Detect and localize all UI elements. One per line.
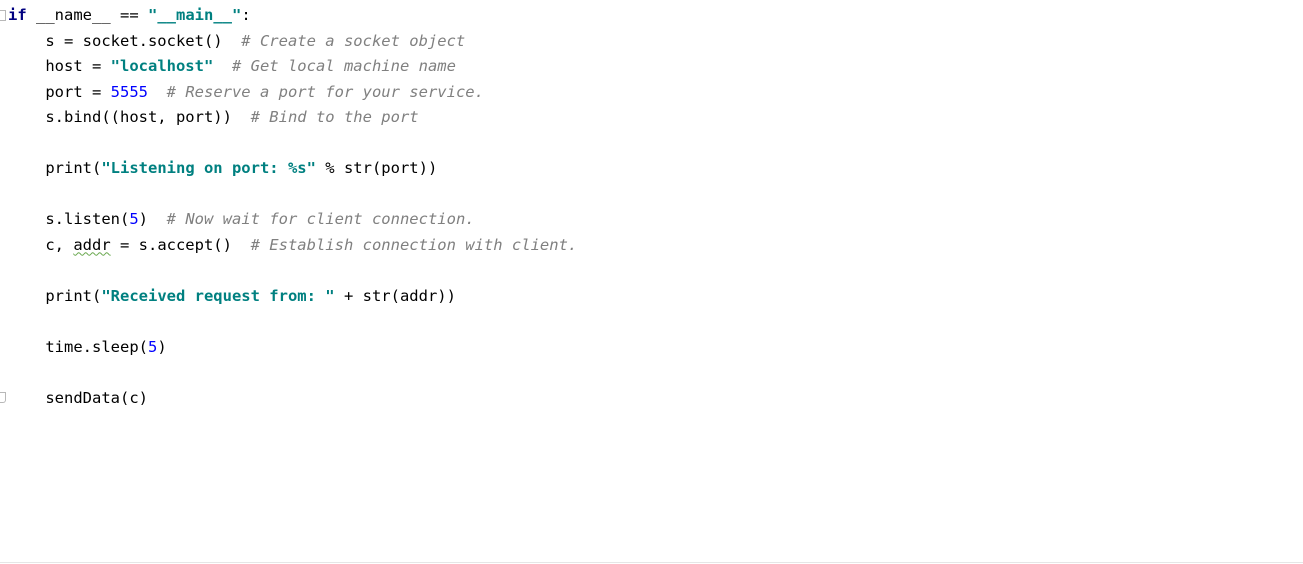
code-comment: # Create a socket object xyxy=(241,31,466,50)
code-comment: # Now wait for client connection. xyxy=(166,210,475,228)
editor-gutter xyxy=(0,0,8,560)
string-literal: "Received request from: " xyxy=(101,286,335,305)
code-text: = s.accept() xyxy=(110,235,251,254)
code-text: : xyxy=(241,6,251,24)
code-text: port = xyxy=(8,82,111,101)
fold-end-icon[interactable] xyxy=(0,392,6,403)
code-text: s.bind((host, port)) xyxy=(8,108,251,126)
warning-underlined-identifier[interactable]: addr xyxy=(73,236,110,254)
code-comment: # Reserve a port for your service. xyxy=(166,82,484,101)
code-line-3: host = "localhost" # Get local machine n… xyxy=(8,55,456,77)
keyword-if: if xyxy=(8,6,27,24)
fold-toggle-icon[interactable] xyxy=(0,10,6,21)
code-comment: # Establish connection with client. xyxy=(250,235,578,254)
code-text: print( xyxy=(8,159,102,177)
code-text: c, xyxy=(8,235,74,254)
code-text: s.listen( xyxy=(8,210,130,228)
string-literal: "Listening on port: %s" xyxy=(101,159,316,177)
code-text: sendData(c) xyxy=(8,388,148,407)
code-text: ) xyxy=(138,210,167,228)
code-line-10: c, addr = s.accept() # Establish connect… xyxy=(8,234,577,256)
code-line-16: sendData(c) xyxy=(8,387,148,409)
code-line-2: s = socket.socket() # Create a socket ob… xyxy=(8,30,465,52)
string-literal: "localhost" xyxy=(110,57,214,75)
code-text: ) xyxy=(157,337,167,356)
code-line-14: time.sleep(5) xyxy=(8,336,167,358)
number-literal: 5 xyxy=(129,210,139,228)
code-line-7: print("Listening on port: %s" % str(port… xyxy=(8,157,437,179)
code-comment: # Bind to the port xyxy=(250,108,419,126)
code-line-4: port = 5555 # Reserve a port for your se… xyxy=(8,81,484,103)
code-line-9: s.listen(5) # Now wait for client connec… xyxy=(8,208,475,230)
code-line-12: print("Received request from: " + str(ad… xyxy=(8,285,456,307)
code-line-5: s.bind((host, port)) # Bind to the port xyxy=(8,106,419,128)
number-literal: 5 xyxy=(147,337,158,356)
code-text: s = socket.socket() xyxy=(8,31,242,50)
code-line-1: if __name__ == "__main__": xyxy=(8,4,251,26)
code-area[interactable]: if __name__ == "__main__": s = socket.so… xyxy=(8,4,577,418)
code-comment: # Get local machine name xyxy=(231,57,456,75)
code-text: % str(port)) xyxy=(315,159,438,177)
number-literal: 5555 xyxy=(110,82,148,101)
code-text: time.sleep( xyxy=(8,337,148,356)
code-text: print( xyxy=(8,286,102,305)
code-text: + str(addr)) xyxy=(334,286,456,305)
code-text: __name__ == xyxy=(26,6,148,24)
string-literal: "__main__" xyxy=(148,6,242,24)
code-editor[interactable]: if __name__ == "__main__": s = socket.so… xyxy=(0,0,1303,563)
code-text: host = xyxy=(8,57,111,75)
